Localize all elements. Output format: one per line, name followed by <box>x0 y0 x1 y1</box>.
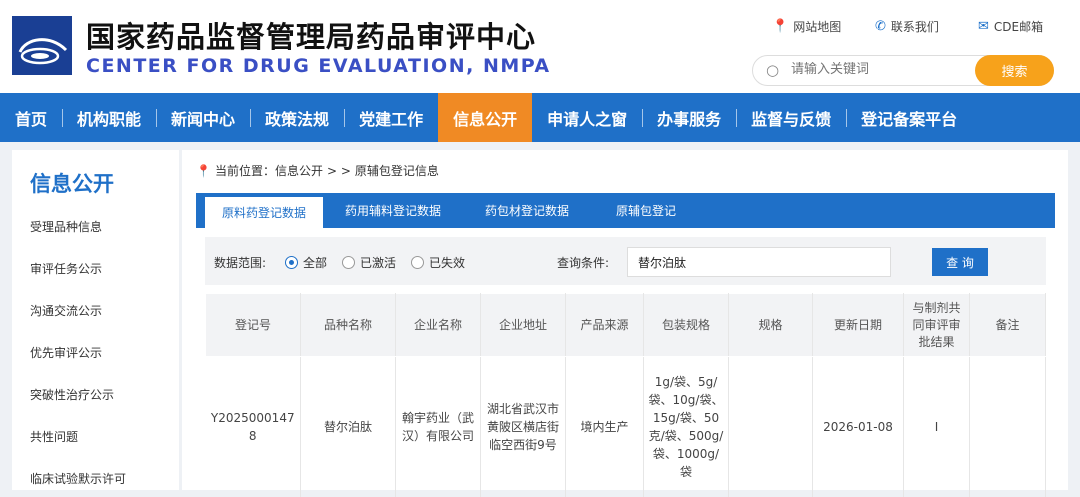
range-label: 数据范围: <box>214 256 267 270</box>
site-map-link[interactable]: 📍 网站地图 <box>772 18 841 35</box>
cell-remark <box>969 356 1046 497</box>
cde-logo[interactable] <box>12 16 72 75</box>
nav-home[interactable]: 首页 <box>0 93 62 142</box>
cell-spec <box>728 356 813 497</box>
cell-source: 境内生产 <box>565 356 644 497</box>
cell-date: 2026-01-08 <box>812 356 904 497</box>
sidebar-item[interactable]: 突破性治疗公示 <box>30 386 114 403</box>
sidebar: 信息公开 受理品种信息 审评任务公示 沟通交流公示 优先审评公示 突破性治疗公示… <box>12 150 179 490</box>
site-subtitle: CENTER FOR DRUG EVALUATION, NMPA <box>86 55 551 77</box>
table-header-row: 登记号 品种名称 企业名称 企业地址 产品来源 包装规格 规格 更新日期 与制剂… <box>205 293 1046 357</box>
cell-package: 1g/袋、5g/袋、10g/袋、15g/袋、50克/袋、500g/袋、1000g… <box>643 356 729 497</box>
contact-link[interactable]: ✆ 联系我们 <box>875 18 939 35</box>
col-header: 更新日期 <box>812 293 904 357</box>
nav-party[interactable]: 党建工作 <box>344 93 438 142</box>
location-pin-icon: 📍 <box>196 163 211 178</box>
cell-address: 湖北省武汉市黄陂区横店街临空西街9号 <box>480 356 566 497</box>
tab-registration[interactable]: 原辅包登记 <box>591 193 701 228</box>
col-header: 企业名称 <box>395 293 481 357</box>
condition-input[interactable] <box>627 247 891 277</box>
query-button[interactable]: 查 询 <box>932 248 988 276</box>
tab-excipient-data[interactable]: 药用辅料登记数据 <box>323 193 463 228</box>
nav-policy[interactable]: 政策法规 <box>250 93 344 142</box>
radio-all[interactable]: 全部 <box>285 254 327 271</box>
sidebar-item[interactable]: 受理品种信息 <box>30 218 102 235</box>
radio-icon <box>411 256 424 269</box>
phone-icon: ✆ <box>875 19 886 34</box>
condition-label: 查询条件: <box>557 256 610 270</box>
col-header: 包装规格 <box>643 293 729 357</box>
breadcrumb: 📍 当前位置：信息公开 > > 原辅包登记信息 <box>196 163 439 179</box>
sidebar-item[interactable]: 优先审评公示 <box>30 344 102 361</box>
sidebar-item[interactable]: 沟通交流公示 <box>30 302 102 319</box>
radio-expired[interactable]: 已失效 <box>411 254 465 271</box>
location-pin-icon: 📍 <box>772 19 789 34</box>
tab-api-data[interactable]: 原料药登记数据 <box>205 197 323 228</box>
search-button[interactable]: 搜索 <box>975 55 1054 86</box>
radio-checked-icon <box>285 256 298 269</box>
cell-reg-no: Y20250001478 <box>205 356 301 497</box>
header: 国家药品监督管理局药品审评中心 CENTER FOR DRUG EVALUATI… <box>0 0 1080 93</box>
sidebar-item[interactable]: 审评任务公示 <box>30 260 102 277</box>
site-title: 国家药品监督管理局药品审评中心 <box>86 20 537 54</box>
results-table: 登记号 品种名称 企业名称 企业地址 产品来源 包装规格 规格 更新日期 与制剂… <box>205 293 1046 497</box>
nav-functions[interactable]: 机构职能 <box>62 93 156 142</box>
col-header: 产品来源 <box>565 293 644 357</box>
sidebar-item[interactable]: 临床试验默示许可 <box>30 470 126 487</box>
search-input[interactable] <box>791 62 971 77</box>
radio-active[interactable]: 已激活 <box>342 254 396 271</box>
table-row: Y20250001478 替尔泊肽 翰宇药业（武汉）有限公司 湖北省武汉市黄陂区… <box>205 356 1046 497</box>
filter-bar: 数据范围: 全部 已激活 已失效 查询条件: 查 询 <box>205 237 1046 285</box>
radio-icon <box>342 256 355 269</box>
col-header: 备注 <box>969 293 1046 357</box>
col-header: 品种名称 <box>300 293 396 357</box>
col-header: 规格 <box>728 293 813 357</box>
nav-news[interactable]: 新闻中心 <box>156 93 250 142</box>
nav-services[interactable]: 办事服务 <box>642 93 736 142</box>
sidebar-item[interactable]: 共性问题 <box>30 428 78 445</box>
main-nav: 首页 机构职能 新闻中心 政策法规 党建工作 信息公开 申请人之窗 办事服务 监… <box>0 93 1080 142</box>
col-header: 与制剂共同审评审批结果 <box>903 293 970 357</box>
cell-review-result: I <box>903 356 970 497</box>
nav-registration[interactable]: 登记备案平台 <box>846 93 972 142</box>
cell-company: 翰宇药业（武汉）有限公司 <box>395 356 481 497</box>
search-icon: ○ <box>766 61 780 79</box>
nav-applicant[interactable]: 申请人之窗 <box>532 93 642 142</box>
col-header: 企业地址 <box>480 293 566 357</box>
cde-mail-link[interactable]: ✉ CDE邮箱 <box>978 18 1043 35</box>
tab-packaging-data[interactable]: 药包材登记数据 <box>463 193 591 228</box>
mail-icon: ✉ <box>978 19 989 34</box>
nav-info-public[interactable]: 信息公开 <box>438 93 533 142</box>
site-search: ○ 搜索 <box>752 55 1054 86</box>
col-header: 登记号 <box>205 293 301 357</box>
cell-name: 替尔泊肽 <box>300 356 396 497</box>
sidebar-title: 信息公开 <box>30 172 114 196</box>
data-tabs: 原料药登记数据 药用辅料登记数据 药包材登记数据 原辅包登记 <box>196 193 1055 228</box>
nav-supervision[interactable]: 监督与反馈 <box>736 93 846 142</box>
